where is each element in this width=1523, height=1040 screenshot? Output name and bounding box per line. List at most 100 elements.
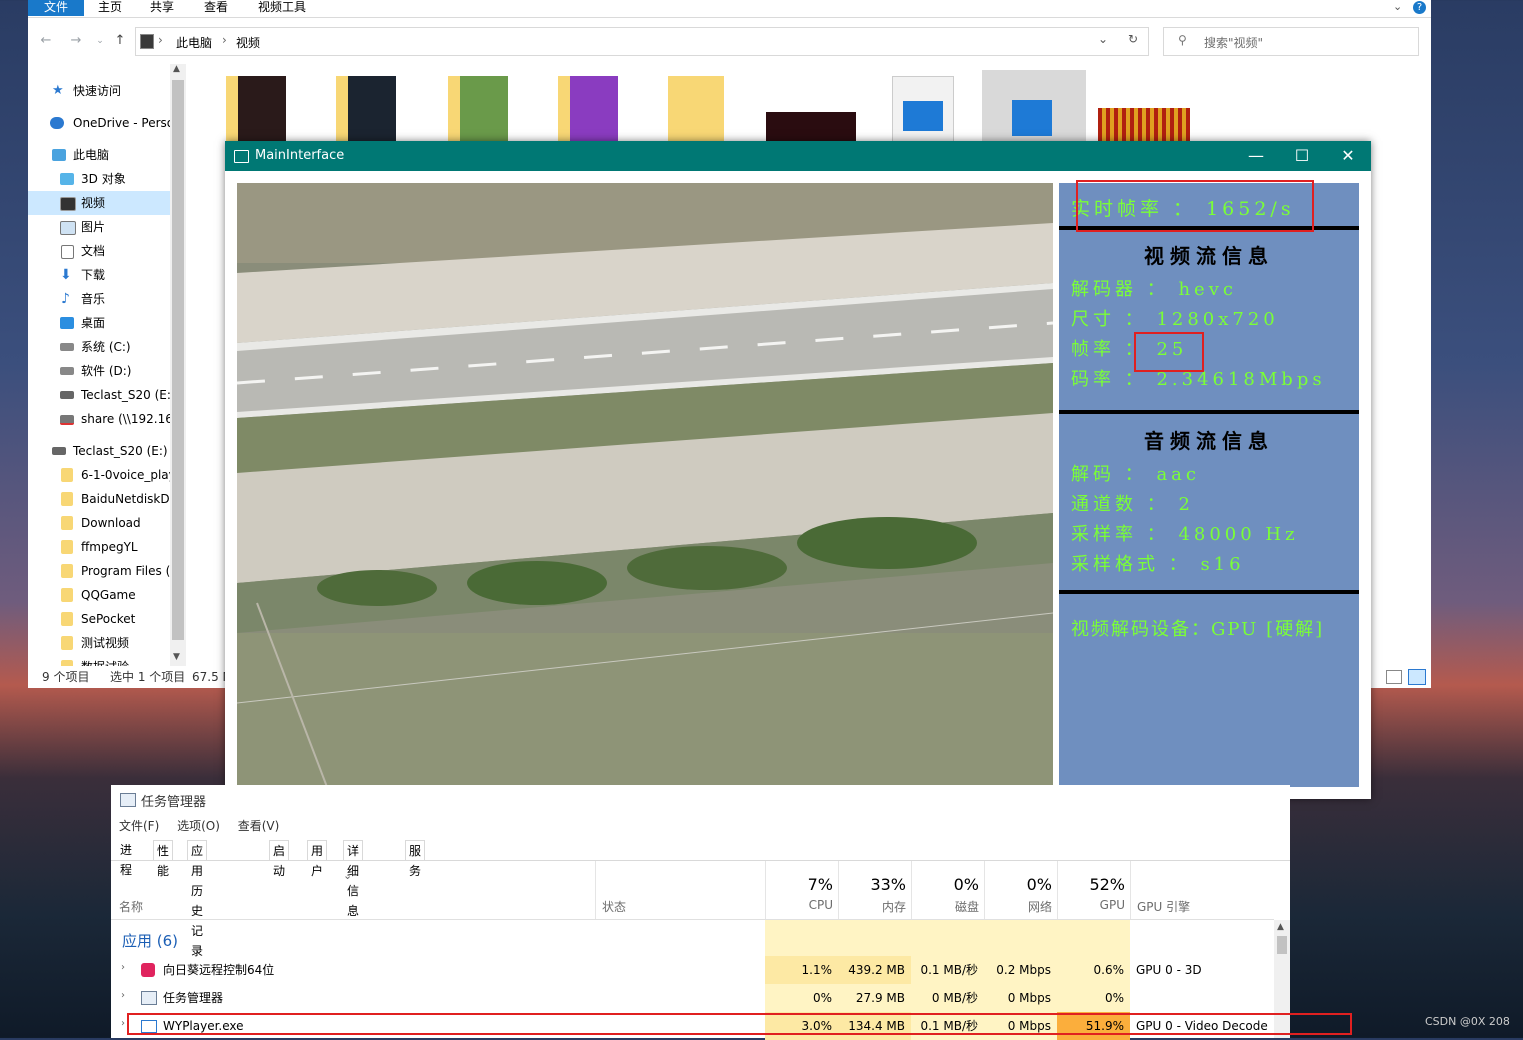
search-box[interactable]: ⚲ 搜索"视频"	[1163, 27, 1419, 56]
folder-thumbnail[interactable]	[558, 76, 618, 142]
nav-item-pictures[interactable]: 图片	[28, 215, 170, 239]
scroll-up-icon[interactable]: ▲	[1277, 922, 1284, 932]
video-thumbnail[interactable]	[766, 112, 856, 142]
column-disk-header[interactable]: 0% 磁盘	[911, 861, 985, 919]
nav-item-folder[interactable]: BaiduNetdiskD	[28, 487, 170, 511]
scroll-up-icon[interactable]: ▲	[173, 64, 180, 74]
ribbon-tab-home[interactable]: 主页	[98, 0, 122, 16]
tab-processes[interactable]: 进程	[117, 840, 136, 877]
back-arrow-icon[interactable]: ←	[38, 33, 54, 49]
nav-item-desktop[interactable]: 桌面	[28, 311, 170, 335]
gpu-engine-cell	[1130, 984, 1274, 1012]
audio-channels-line: 通道数 ： 2	[1071, 494, 1194, 515]
minimize-button[interactable]: —	[1233, 141, 1279, 171]
menu-view[interactable]: 查看(V)	[238, 819, 280, 833]
tab-app-history[interactable]: 应用历史记录	[187, 840, 208, 958]
nav-item-documents[interactable]: 文档	[28, 239, 170, 263]
nav-item-folder[interactable]: SePocket	[28, 607, 170, 631]
nav-scrollbar[interactable]: ▲ ▼	[170, 64, 186, 666]
nav-item-folder[interactable]: 测试视频	[28, 631, 170, 655]
nav-item-downloads[interactable]: ⬇ 下载	[28, 263, 170, 287]
group-header-apps[interactable]: 应用 (6)	[111, 926, 1274, 954]
nav-item-music[interactable]: ♪ 音乐	[28, 287, 170, 311]
column-name[interactable]: 名称	[119, 898, 143, 915]
scroll-down-icon[interactable]: ▼	[173, 652, 180, 662]
ribbon-tab-view[interactable]: 查看	[204, 0, 228, 16]
up-arrow-icon[interactable]: ↑	[112, 33, 128, 49]
column-status-header[interactable]: 状态	[595, 861, 766, 919]
nav-item-drive-e[interactable]: Teclast_S20 (E:)	[28, 383, 170, 407]
section-divider	[1059, 410, 1359, 414]
nav-item-onedrive[interactable]: OneDrive - Perso	[28, 111, 170, 135]
audio-decoder-line: 解码 ： aac	[1071, 464, 1200, 485]
folder-thumbnail[interactable]	[336, 76, 396, 142]
table-row[interactable]: › 向日葵远程控制64位 1.1% 439.2 MB 0.1 MB/秒 0.2 …	[111, 956, 1274, 984]
expand-chevron-icon[interactable]: ›	[121, 1018, 125, 1029]
ribbon-tab-share[interactable]: 共享	[150, 0, 174, 16]
tab-startup[interactable]: 启动	[269, 840, 290, 878]
column-memory-header[interactable]: 33% 内存	[838, 861, 912, 919]
nav-item-videos[interactable]: 视频	[28, 191, 170, 215]
maximize-button[interactable]: ☐	[1279, 141, 1325, 171]
video-file-icon[interactable]	[892, 76, 954, 144]
video-folder-icon	[60, 197, 76, 211]
nav-item-folder[interactable]: ffmpegYL	[28, 535, 170, 559]
memory-cell: 439.2 MB	[838, 956, 911, 984]
refresh-icon[interactable]: ↻	[1128, 32, 1138, 46]
folder-thumbnail[interactable]	[226, 76, 286, 142]
nav-item-folder[interactable]: QQGame	[28, 583, 170, 607]
selected-video-file-icon[interactable]	[982, 70, 1086, 142]
breadcrumb-this-pc[interactable]: 此电脑	[176, 34, 212, 51]
nav-item-folder[interactable]: Program Files (	[28, 559, 170, 583]
expand-chevron-icon[interactable]: ›	[121, 990, 125, 1001]
table-row[interactable]: › 任务管理器 0% 27.9 MB 0 MB/秒 0 Mbps 0%	[111, 984, 1274, 1012]
details-view-icon[interactable]	[1386, 670, 1402, 684]
tab-details[interactable]: 详细信息	[343, 840, 364, 918]
nav-item-this-pc[interactable]: 此电脑	[28, 143, 170, 167]
navigation-pane: ★ 快速访问 OneDrive - Perso 此电脑 3D 对象 视频 图片 …	[28, 64, 186, 666]
nav-item-network-share[interactable]: share (\\192.16	[28, 407, 170, 431]
ribbon-tab-video-tools[interactable]: 视频工具	[258, 0, 306, 16]
nav-item-quick-access[interactable]: ★ 快速访问	[28, 79, 170, 103]
large-icons-view-icon[interactable]	[1408, 669, 1426, 685]
tab-performance[interactable]: 性能	[153, 840, 174, 878]
nav-item-3d-objects[interactable]: 3D 对象	[28, 167, 170, 191]
scrollbar-thumb[interactable]	[172, 80, 184, 640]
sort-chevron-icon[interactable]: ⌄	[343, 869, 352, 882]
folder-thumbnail[interactable]	[448, 76, 508, 142]
menu-file[interactable]: 文件(F)	[119, 819, 159, 833]
title-bar[interactable]: 任务管理器	[111, 785, 1290, 815]
column-cpu-header[interactable]: 7% CPU	[765, 861, 839, 919]
recent-dropdown-icon[interactable]: ⌄	[92, 33, 108, 49]
title-bar[interactable]: MainInterface — ☐ ✕	[225, 141, 1371, 171]
column-gpu-header[interactable]: 52% GPU	[1057, 861, 1131, 919]
close-button[interactable]: ✕	[1325, 141, 1371, 171]
forward-arrow-icon[interactable]: →	[68, 33, 84, 49]
folder-thumbnail[interactable]	[668, 76, 724, 142]
ribbon-tab-file[interactable]: 文件	[28, 0, 84, 16]
nav-item-folder[interactable]: Download	[28, 511, 170, 535]
scrollbar-thumb[interactable]	[1277, 936, 1287, 954]
download-icon: ⬇	[60, 267, 72, 283]
help-icon[interactable]: ?	[1413, 1, 1426, 14]
ribbon-expand-icon[interactable]: ⌄	[1393, 0, 1402, 13]
nav-item-drive-c[interactable]: 系统 (C:)	[28, 335, 170, 359]
nav-item-folder[interactable]: 6-1-0voice_play	[28, 463, 170, 487]
tab-services[interactable]: 服务	[405, 840, 426, 878]
nav-item-drive-d[interactable]: 软件 (D:)	[28, 359, 170, 383]
address-dropdown-icon[interactable]: ⌄	[1098, 32, 1108, 46]
network-cell: 0.2 Mbps	[984, 956, 1057, 984]
tab-users[interactable]: 用户	[307, 840, 328, 878]
column-gpu-engine-header[interactable]: GPU 引擎	[1130, 861, 1275, 919]
task-manager-icon	[141, 991, 157, 1005]
expand-chevron-icon[interactable]: ›	[121, 962, 125, 973]
column-network-header[interactable]: 0% 网络	[984, 861, 1058, 919]
nav-item-folder[interactable]: 数据试验	[28, 655, 170, 666]
task-manager-window: 任务管理器 文件(F) 选项(O) 查看(V) 进程 性能 应用历史记录 启动 …	[111, 785, 1352, 1040]
video-display[interactable]	[237, 183, 1053, 787]
address-box[interactable]: › 此电脑 › 视频 ⌄ ↻	[135, 27, 1149, 56]
nav-item-teclast-root[interactable]: Teclast_S20 (E:)	[28, 439, 170, 463]
video-thumbnail[interactable]	[1098, 108, 1190, 142]
menu-options[interactable]: 选项(O)	[177, 819, 220, 833]
breadcrumb-videos[interactable]: 视频	[236, 34, 260, 51]
